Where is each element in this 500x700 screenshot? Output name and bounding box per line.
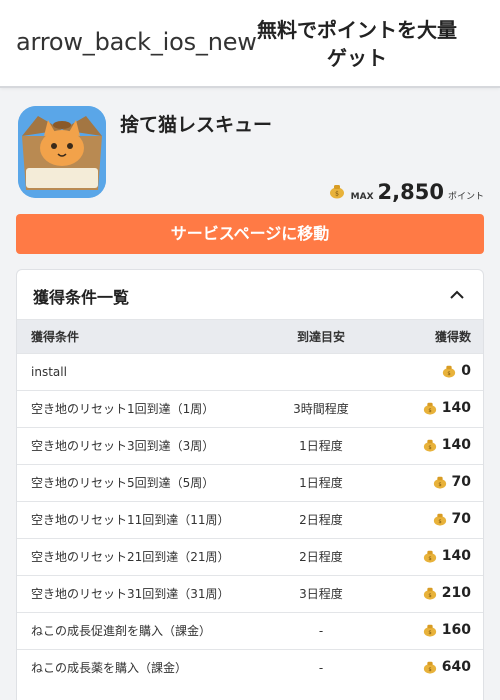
points-cell: $140 (377, 427, 483, 464)
points-cell: $160 (377, 612, 483, 649)
svg-text:$: $ (428, 444, 431, 450)
points-value: 70 (451, 473, 471, 490)
coin-bag-icon: $ (423, 661, 436, 674)
conditions-title: 獲得条件一覧 (33, 288, 130, 307)
points-cell: $210 (377, 575, 483, 612)
points-wrap: $140 (423, 437, 471, 453)
max-points-value: 2,850 (377, 180, 444, 204)
column-header: 獲得条件 (31, 329, 80, 344)
column-header: 到達目安 (296, 329, 345, 344)
points-wrap: $640 (423, 659, 471, 675)
svg-text:$: $ (428, 555, 431, 561)
app-name: 捨て猫レスキュー (120, 114, 273, 136)
coin-bag-icon: $ (443, 365, 456, 378)
max-label: MAX (350, 192, 374, 202)
points-value: 140 (441, 547, 471, 564)
coin-bag-icon: $ (423, 439, 436, 452)
estimate-cell (265, 353, 377, 390)
table-row: 空き地のリセット5回到達（5周） 1日程度 $70 (17, 464, 483, 501)
arrow-back-icon[interactable]: arrow_back_ios_new (16, 28, 257, 56)
svg-text:$: $ (438, 481, 441, 487)
svg-text:$: $ (428, 407, 431, 413)
table-row: ねこの成長促進剤を購入（課金） - $160 (17, 612, 483, 649)
points-value: 70 (451, 510, 471, 527)
table-row: install $0 (17, 353, 483, 390)
points-value: 140 (441, 399, 471, 416)
condition-cell: 空き地のリセット21回到達（21周） (31, 550, 230, 564)
table-row: 空き地のリセット1回到達（1周） 3時間程度 $140 (17, 390, 483, 427)
app-header: arrow_back_ios_new 無料でポイントを大量ゲット (0, 0, 500, 88)
chevron-up-icon[interactable] (449, 287, 465, 303)
svg-text:$: $ (428, 592, 431, 598)
max-points: $ MAX 2,850 ポイント (329, 180, 484, 204)
coin-bag-icon: $ (433, 476, 446, 489)
estimate-cell: 1日程度 (299, 439, 343, 453)
table-row: 空き地のリセット21回到達（21周） 2日程度 $140 (17, 538, 483, 575)
column-header: 獲得数 (434, 329, 471, 344)
condition-cell: ねこの成長薬を購入（課金） (31, 661, 188, 676)
main-content: 捨て猫レスキュー $ MAX 2,850 ポイント サービスページに移動 獲得条… (0, 92, 500, 700)
conditions-card: 獲得条件一覧 獲得条件 到達目安 獲得数 install $0 空き地のリセット1回… (16, 269, 484, 700)
coin-bag-icon: $ (423, 550, 436, 563)
condition-cell: 空き地のリセット3回到達（3周） (31, 439, 215, 453)
estimate-cell: 2日程度 (299, 550, 343, 564)
coin-bag-icon: $ (423, 402, 436, 415)
points-wrap: $70 (433, 511, 471, 527)
points-cell: $0 (377, 353, 483, 390)
points-wrap: $160 (423, 622, 471, 638)
estimate-cell: - (318, 623, 324, 638)
points-wrap: $140 (423, 400, 471, 416)
condition-cell: ねこの成長促進剤を購入（課金） (31, 624, 212, 638)
points-wrap: $210 (423, 585, 471, 601)
points-wrap: $0 (442, 363, 471, 379)
points-wrap: $140 (423, 548, 471, 564)
cat-in-box-icon (18, 106, 106, 198)
coin-bag-icon: $ (433, 513, 446, 526)
estimate-cell: 1日程度 (299, 476, 343, 490)
points-cell: $140 (377, 538, 483, 575)
coin-bag-icon: $ (329, 185, 344, 199)
svg-text:$: $ (335, 191, 339, 198)
service-page-button[interactable]: サービスページに移動 (16, 214, 484, 254)
points-wrap: $70 (433, 474, 471, 490)
condition-cell: 空き地のリセット5回到達（5周） (31, 476, 215, 490)
conditions-card-header[interactable]: 獲得条件一覧 (17, 270, 483, 320)
coin-bag-icon: $ (423, 587, 436, 600)
condition-cell: 空き地のリセット31回到達（31周） (31, 587, 230, 601)
table-row: 空き地のリセット11回到達（11周） 2日程度 $70 (17, 501, 483, 538)
points-cell: $640 (377, 649, 483, 686)
condition-cell: 空き地のリセット1回到達（1周） (31, 402, 215, 416)
points-cell: $70 (377, 464, 483, 501)
table-row: 空き地のリセット31回到達（31周） 3日程度 $210 (17, 575, 483, 612)
condition-cell: 空き地のリセット11回到達（11周） (31, 513, 230, 527)
svg-text:$: $ (448, 370, 451, 376)
points-value: 140 (441, 436, 471, 453)
table-row: 空き地のリセット3回到達（3周） 1日程度 $140 (17, 427, 483, 464)
page-title: 無料でポイントを大量ゲット (257, 18, 457, 70)
points-value: 640 (441, 658, 471, 675)
points-cell: $70 (377, 501, 483, 538)
conditions-table: 獲得条件 到達目安 獲得数 install $0 空き地のリセット1回到達（1周） 3… (17, 320, 483, 686)
svg-text:$: $ (428, 667, 431, 673)
points-value: 0 (461, 362, 471, 379)
points-value: 210 (441, 584, 471, 601)
svg-text:$: $ (438, 518, 441, 524)
svg-text:$: $ (428, 629, 431, 635)
estimate-cell: 3時間程度 (293, 402, 349, 416)
table-header-row: 獲得条件 到達目安 獲得数 (17, 320, 483, 353)
table-row: ねこの成長薬を購入（課金） - $640 (17, 649, 483, 686)
points-unit: ポイント (447, 192, 484, 202)
condition-cell: install (31, 364, 67, 379)
points-value: 160 (441, 621, 471, 638)
estimate-cell: - (318, 660, 324, 675)
app-icon (18, 106, 106, 198)
coin-bag-icon: $ (423, 624, 436, 637)
estimate-cell: 2日程度 (299, 513, 343, 527)
points-cell: $140 (377, 390, 483, 427)
estimate-cell: 3日程度 (299, 587, 343, 601)
